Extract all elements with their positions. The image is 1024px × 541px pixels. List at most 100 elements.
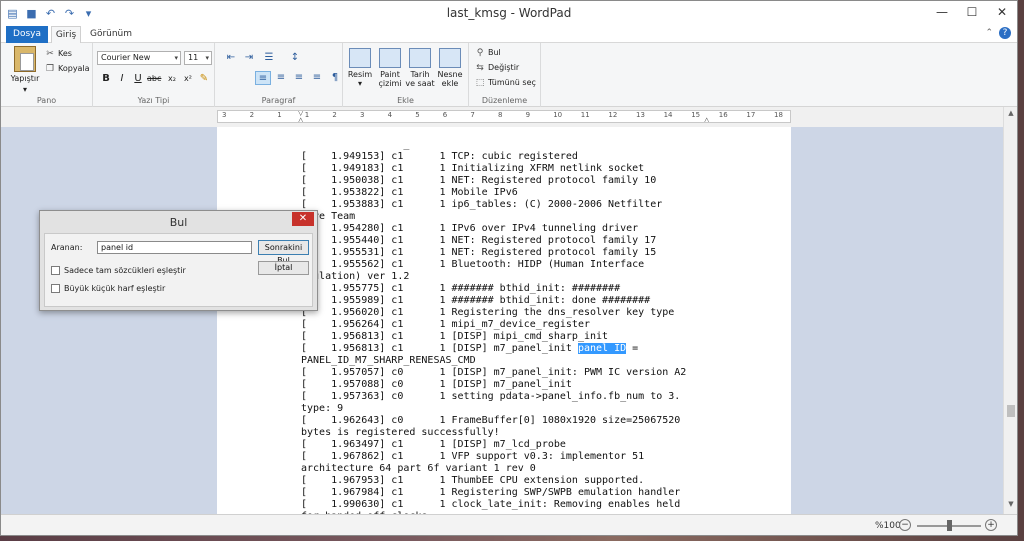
align-left-icon[interactable]: ≡ (255, 71, 271, 85)
datetime-label-1: Tarih (410, 70, 430, 79)
italic-button[interactable]: I (115, 72, 129, 86)
match-case-checkbox[interactable] (51, 284, 60, 293)
chevron-down-icon: ▾ (205, 54, 209, 62)
minimize-button[interactable]: — (927, 1, 957, 23)
copy-label: Kopyala (58, 64, 90, 73)
group-label-editing: Düzenleme (481, 96, 528, 105)
ribbon-collapse-icon[interactable]: ⌃ (985, 28, 993, 38)
ruler-tick-label: 1 (304, 111, 310, 119)
document-line: [ 1.956264] c1 1 mipi_m7_device_register (301, 319, 590, 330)
highlight-color-icon[interactable]: ✎ (197, 72, 211, 86)
align-right-icon[interactable]: ≡ (291, 71, 307, 85)
find-dialog-close-button[interactable]: ✕ (292, 212, 314, 226)
find-dialog: Bul ✕ Aranan: panel id Sonrakini Bul İpt… (39, 210, 318, 311)
strikethrough-button[interactable]: abc (147, 72, 161, 86)
vertical-scrollbar[interactable]: ▲ ▼ (1003, 107, 1017, 514)
cut-button[interactable]: ✂ Kes (45, 48, 72, 60)
copy-button[interactable]: ❐ Kopyala (45, 63, 90, 75)
paint-drawing-button[interactable]: Paint çizimi (375, 48, 405, 88)
find-what-label: Aranan: (51, 243, 83, 252)
superscript-button[interactable]: x² (181, 72, 195, 86)
document-line: PANEL_ID_M7_SHARP_RENESAS_CMD (301, 355, 476, 366)
document-line: [ 1.953822] c1 1 Mobile IPv6 (301, 187, 518, 198)
whole-word-label: Sadece tam sözcükleri eşleştir (64, 266, 186, 275)
font-name-select[interactable]: Courier New ▾ (97, 51, 181, 65)
insert-object-button[interactable]: Nesne ekle (435, 48, 465, 88)
tab-view[interactable]: Görünüm (87, 26, 135, 43)
calendar-icon (409, 48, 431, 68)
ruler-tick-label: 18 (774, 111, 783, 119)
document-line: [ 1.963497] c1 1 [DISP] m7_lcd_probe (301, 439, 566, 450)
ruler[interactable]: 3 2 1 1 2 3 4 5 6 7 8 9 10 11 12 13 14 15 16 17 18 ▽ △ △ (217, 110, 791, 123)
document-line: [ 1.950038] c1 1 NET: Registered protoco… (301, 175, 657, 186)
group-paragraph: ⇤ ⇥ ☰ ↕ ≡ ≡ ≡ ≡ ¶ Paragraf (215, 43, 343, 107)
insert-picture-button[interactable]: Resim ▾ (345, 48, 375, 88)
insert-picture-label: Resim (347, 70, 373, 79)
paste-button[interactable]: Yapıştır ▾ (9, 46, 41, 94)
ruler-tick-label: 13 (636, 111, 645, 119)
ruler-tick-label: 10 (553, 111, 563, 119)
scroll-down-icon[interactable]: ▼ (1004, 500, 1017, 512)
font-size-select[interactable]: 11 ▾ (184, 51, 212, 65)
underline-button[interactable]: U (131, 72, 145, 86)
zoom-out-button[interactable]: − (899, 519, 911, 531)
document-line: [ 1.967953] c1 1 ThumbEE CPU extension s… (301, 475, 645, 486)
subscript-button[interactable]: x₂ (165, 72, 179, 86)
paint-label-1: Paint (380, 70, 400, 79)
decrease-indent-icon[interactable]: ⇤ (223, 51, 239, 65)
ruler-tick-label: 16 (718, 111, 728, 119)
scroll-up-icon[interactable]: ▲ (1004, 109, 1017, 121)
group-font: Courier New ▾ 11 ▾ B I U abc x₂ x² ✎ Yaz… (93, 43, 215, 107)
help-icon[interactable]: ? (999, 27, 1011, 39)
align-center-icon[interactable]: ≡ (273, 71, 289, 85)
cut-label: Kes (58, 49, 72, 58)
increase-indent-icon[interactable]: ⇥ (241, 51, 257, 65)
paint-palette-icon (379, 48, 401, 68)
group-editing: ⚲ Bul ⇆ Değiştir ⬚ Tümünü seç Düzenleme (469, 43, 541, 107)
close-button[interactable]: ✕ (987, 1, 1017, 23)
ruler-tick-label: 2 (332, 111, 337, 119)
bullet-list-icon[interactable]: ☰ (261, 51, 277, 65)
find-what-input[interactable]: panel id (97, 241, 252, 254)
ruler-tick-label: 7 (470, 111, 475, 119)
zoom-slider-thumb[interactable] (947, 520, 952, 531)
date-time-button[interactable]: Tarih ve saat (405, 48, 435, 88)
ruler-tick-label: 1 (277, 111, 282, 119)
line-spacing-icon[interactable]: ↕ (287, 51, 303, 65)
ruler-tick-label: 15 (691, 111, 701, 119)
select-all-button[interactable]: ⬚ Tümünü seç (475, 77, 536, 89)
chevron-down-icon: ▾ (357, 79, 362, 88)
object-label-2: ekle (441, 79, 459, 88)
find-next-button[interactable]: Sonrakini Bul (258, 240, 309, 265)
tab-home[interactable]: Giriş (51, 26, 81, 43)
match-case-label: Büyük küçük harf eşleştir (64, 284, 166, 293)
zoom-in-button[interactable]: + (985, 519, 997, 531)
paragraph-settings-icon[interactable]: ¶ (327, 71, 343, 85)
find-button[interactable]: ⚲ Bul (475, 47, 501, 59)
scrollbar-thumb[interactable] (1007, 405, 1015, 417)
group-clipboard: Yapıştır ▾ ✂ Kes ❐ Kopyala Pano (1, 43, 93, 107)
whole-word-checkbox[interactable] (51, 266, 60, 275)
maximize-button[interactable]: ☐ (957, 1, 987, 23)
find-dialog-title: Bul (169, 216, 188, 229)
replace-button[interactable]: ⇆ Değiştir (475, 62, 519, 74)
cancel-button[interactable]: İptal (258, 261, 309, 275)
left-indent-marker[interactable]: △ (298, 116, 303, 122)
document-page[interactable]: _[ 1.949153] c1 1 TCP: cubic registered[… (217, 127, 791, 514)
ruler-tick-label: 14 (663, 111, 673, 119)
binoculars-icon: ⚲ (476, 48, 484, 58)
match-case-option[interactable]: Büyük küçük harf eşleştir (51, 284, 165, 293)
paste-icon (14, 46, 36, 72)
bold-button[interactable]: B (99, 72, 113, 86)
justify-icon[interactable]: ≡ (309, 71, 325, 85)
tab-file[interactable]: Dosya (6, 26, 48, 43)
document-text[interactable]: _[ 1.949153] c1 1 TCP: cubic registered[… (301, 139, 781, 514)
title-bar: ▤ ■ ↶ ↷ ▾ last_kmsg - WordPad — ☐ ✕ (1, 1, 1017, 25)
find-label: Bul (488, 48, 501, 57)
right-indent-marker[interactable]: △ (704, 116, 709, 122)
document-line: [ 1.953883] c1 1 ip6_tables: (C) 2000-20… (301, 199, 663, 210)
whole-word-option[interactable]: Sadece tam sözcükleri eşleştir (51, 266, 186, 275)
document-line: [ 1.967862] c1 1 VFP support v0.3: imple… (301, 451, 645, 462)
ruler-tick-label: 3 (360, 111, 365, 119)
document-line: [ 1.949183] c1 1 Initializing XFRM netli… (301, 163, 645, 174)
